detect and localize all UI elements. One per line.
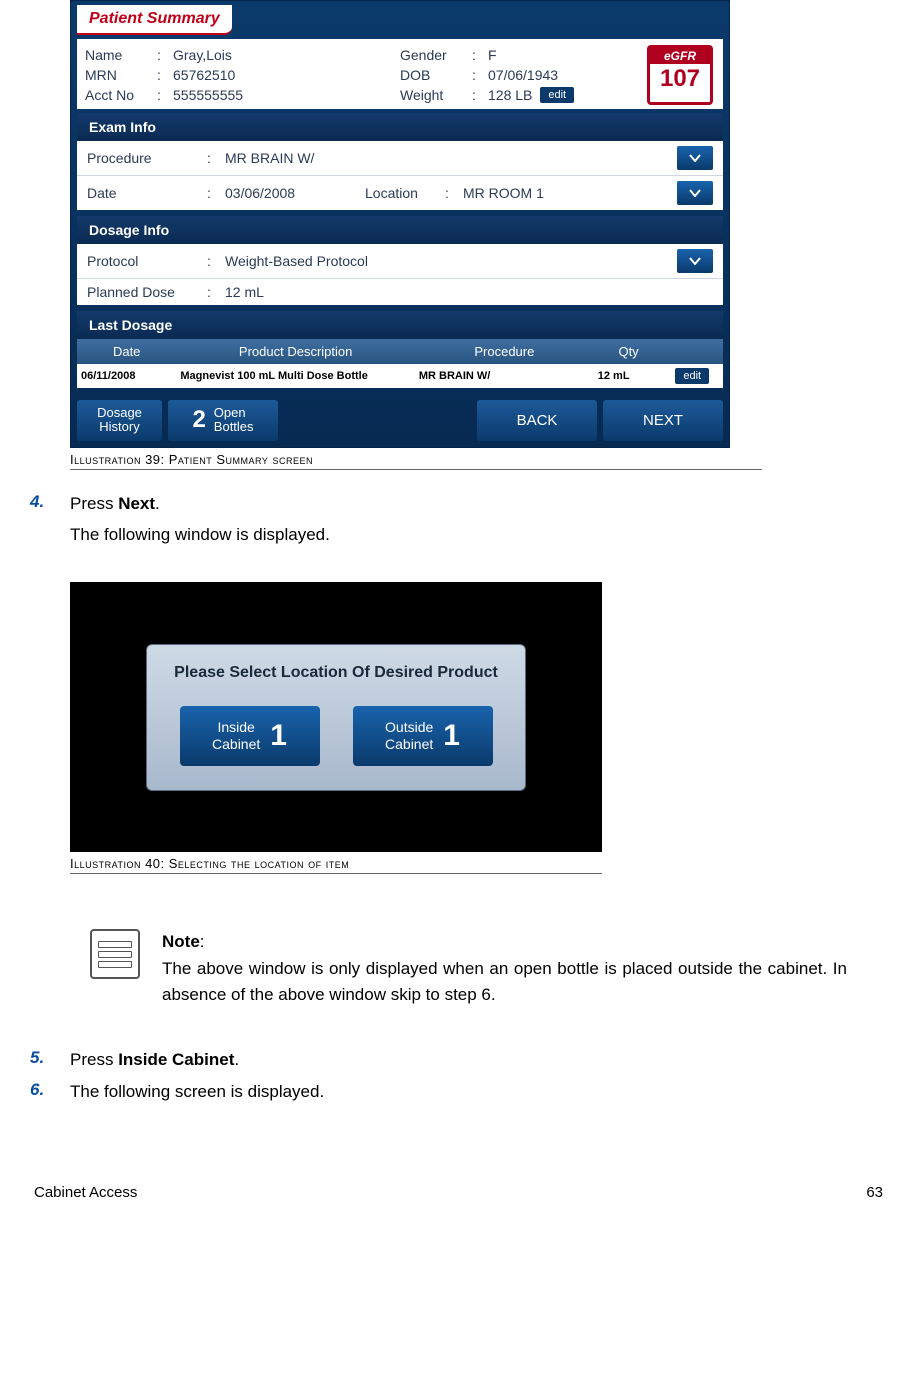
- procedure-label: Procedure: [87, 150, 207, 166]
- dosage-history-line2: History: [99, 420, 139, 434]
- open-bottles-button[interactable]: 2 OpenBottles: [168, 400, 278, 441]
- dosage-history-button[interactable]: Dosage History: [77, 400, 162, 441]
- patient-info-panel: eGFR 107 Name:Gray,Lois Gender:F MRN:657…: [77, 39, 723, 109]
- protocol-value: Weight-Based Protocol: [225, 253, 677, 269]
- last-dosage-header: Last Dosage: [77, 311, 723, 339]
- dosage-history-line1: Dosage: [97, 406, 142, 420]
- illustration-39-caption: Illustration 39: Patient Summary screen: [70, 450, 762, 470]
- exam-date-label: Date: [87, 185, 207, 201]
- col-qty: Qty: [594, 344, 664, 359]
- weight-value: 128 LB: [488, 87, 532, 103]
- weight-label: Weight: [400, 87, 472, 103]
- gender-label: Gender: [400, 47, 472, 63]
- dob-value: 07/06/1943: [488, 67, 558, 83]
- mrn-value: 65762510: [173, 67, 235, 83]
- back-button[interactable]: BACK: [477, 400, 597, 441]
- location-label: Location: [365, 185, 445, 201]
- dob-label: DOB: [400, 67, 472, 83]
- col-date: Date: [77, 344, 176, 359]
- protocol-label: Protocol: [87, 253, 207, 269]
- note-icon: [90, 929, 140, 979]
- step-4-text: Press Next.: [70, 492, 887, 516]
- gender-value: F: [488, 47, 497, 63]
- procedure-dropdown[interactable]: [677, 146, 713, 170]
- patient-summary-tab: Patient Summary: [77, 5, 232, 35]
- location-value: MR ROOM 1: [463, 185, 677, 201]
- inside-cabinet-count: 1: [270, 719, 287, 753]
- exam-date-value: 03/06/2008: [225, 185, 365, 201]
- acct-value: 555555555: [173, 87, 243, 103]
- open-bottles-line1: Open: [214, 405, 246, 420]
- step-6-text: The following screen is displayed.: [70, 1080, 887, 1104]
- step-6-number: 6.: [30, 1080, 70, 1104]
- ld-qty-value: 12 mL: [594, 370, 664, 382]
- step-5-number: 5.: [30, 1048, 70, 1072]
- ld-product-value: Magnevist 100 mL Multi Dose Bottle: [176, 370, 414, 382]
- last-dosage-edit-button[interactable]: edit: [675, 368, 709, 384]
- open-bottles-count: 2: [192, 406, 205, 434]
- illustration-40-caption: Illustration 40: Selecting the location …: [70, 854, 602, 874]
- col-procedure: Procedure: [415, 344, 594, 359]
- weight-edit-button[interactable]: edit: [540, 87, 574, 103]
- acct-label: Acct No: [85, 87, 157, 103]
- inside-cabinet-button[interactable]: InsideCabinet 1: [180, 706, 320, 766]
- next-button[interactable]: NEXT: [603, 400, 723, 441]
- name-value: Gray,Lois: [173, 47, 232, 63]
- col-product: Product Description: [176, 344, 415, 359]
- dialog-title: Please Select Location Of Desired Produc…: [163, 663, 509, 684]
- location-select-screen: Please Select Location Of Desired Produc…: [70, 582, 602, 852]
- planned-dose-label: Planned Dose: [87, 284, 207, 300]
- step-4-number: 4.: [30, 492, 70, 516]
- page-number: 63: [866, 1184, 883, 1201]
- last-dosage-row: 06/11/2008 Magnevist 100 mL Multi Dose B…: [77, 364, 723, 388]
- planned-dose-value: 12 mL: [225, 284, 713, 300]
- mrn-label: MRN: [85, 67, 157, 83]
- last-dosage-columns: Date Product Description Procedure Qty: [77, 339, 723, 364]
- note-text: Note: The above window is only displayed…: [162, 929, 887, 1008]
- step-4-sub-text: The following window is displayed.: [70, 523, 887, 547]
- ld-date-value: 06/11/2008: [77, 370, 176, 382]
- name-label: Name: [85, 47, 157, 63]
- outside-cabinet-count: 1: [443, 719, 460, 753]
- ld-procedure-value: MR BRAIN W/: [415, 370, 594, 382]
- patient-summary-screen: Patient Summary eGFR 107 Name:Gray,Lois …: [70, 0, 730, 448]
- bottom-bar: Dosage History 2 OpenBottles BACK NEXT: [71, 394, 729, 447]
- egfr-value: 107: [650, 64, 710, 94]
- open-bottles-line2: Bottles: [214, 419, 254, 434]
- egfr-label: eGFR: [650, 48, 710, 64]
- exam-info-header: Exam Info: [77, 113, 723, 141]
- egfr-badge: eGFR 107: [647, 45, 713, 105]
- location-dropdown[interactable]: [677, 181, 713, 205]
- dosage-info-header: Dosage Info: [77, 216, 723, 244]
- step-5-text: Press Inside Cabinet.: [70, 1048, 887, 1072]
- outside-cabinet-button[interactable]: OutsideCabinet 1: [353, 706, 493, 766]
- location-dialog: Please Select Location Of Desired Produc…: [146, 644, 526, 791]
- protocol-dropdown[interactable]: [677, 249, 713, 273]
- footer-section: Cabinet Access: [34, 1184, 137, 1201]
- procedure-value: MR BRAIN W/: [225, 150, 677, 166]
